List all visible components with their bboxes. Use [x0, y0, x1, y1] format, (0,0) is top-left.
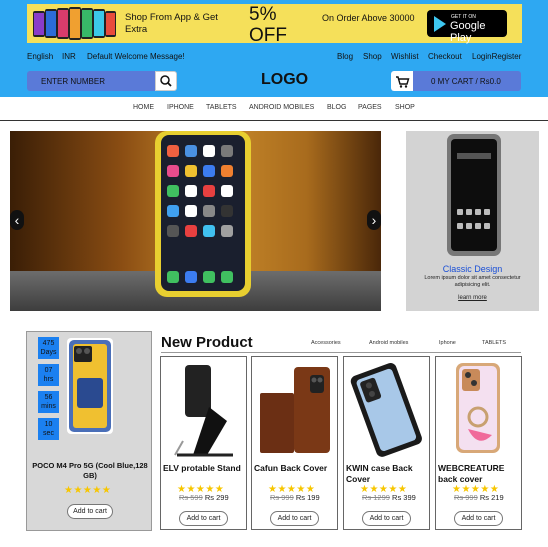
product-title[interactable]: ELV protable Stand: [163, 463, 246, 474]
app-grid-image: [167, 145, 233, 283]
timer-hours: 07 hrs: [38, 364, 59, 386]
new-product-title: New Product: [161, 334, 253, 351]
slider-prev-button[interactable]: ‹: [10, 210, 24, 230]
nav-blog[interactable]: BLOG: [327, 104, 346, 111]
product-price: Rs 599 Rs 299: [179, 493, 229, 502]
cart-button[interactable]: 0 MY CART / Rs0.0: [391, 71, 521, 91]
play-store-icon: [434, 16, 446, 32]
new-product-divider: [161, 352, 521, 353]
product-price: Rs 1299 Rs 399: [362, 493, 416, 502]
timer-minutes: 56 mins: [38, 391, 59, 413]
deal-of-the-day: 475 Days 07 hrs 56 mins 10 sec POCO M4 Pro 5…: [26, 331, 152, 531]
promo-banner[interactable]: Shop From App & Get Extra 5% OFF On Orde…: [27, 4, 522, 46]
deal-rating-stars: ★★★★★: [64, 485, 112, 496]
nav-pages[interactable]: PAGES: [358, 104, 382, 111]
timer-days: 475 Days: [38, 337, 59, 359]
banner-title: Classic Design: [442, 264, 503, 274]
hero-slider[interactable]: [10, 131, 381, 311]
product-price: Rs 999 Rs 219: [454, 493, 504, 502]
chevron-right-icon: ›: [371, 212, 377, 228]
nav-home[interactable]: HOME: [133, 104, 154, 111]
add-to-cart-button[interactable]: Add to cart: [179, 511, 228, 526]
site-logo[interactable]: LOGO: [261, 71, 308, 89]
shop-link[interactable]: Shop: [363, 52, 382, 61]
deal-product-image[interactable]: [67, 338, 113, 434]
banner-description: Lorem ipsum dolor sit amet consectetur a…: [424, 275, 521, 288]
promo-discount-off: OFF: [249, 25, 287, 46]
product-price: Rs 999 Rs 199: [270, 493, 320, 502]
nav-shop[interactable]: SHOP: [395, 104, 415, 111]
product-image[interactable]: [163, 359, 244, 459]
google-play-button[interactable]: GET IT ON Google Play: [427, 10, 507, 44]
login-register-link[interactable]: LoginRegister: [472, 52, 521, 61]
add-to-cart-button[interactable]: Add to cart: [454, 511, 503, 526]
language-selector[interactable]: English: [27, 52, 53, 61]
hero-phone-image: [155, 131, 251, 297]
banner-phone-image: [447, 134, 501, 256]
tab-tablets[interactable]: TABLETS: [482, 340, 506, 346]
product-image[interactable]: [438, 359, 519, 459]
slider-next-button[interactable]: ›: [367, 210, 381, 230]
product-card: KWIN case Back Cover ★★★★★ Rs 1299 Rs 39…: [343, 356, 430, 530]
product-title[interactable]: WEBCREATURE back cover: [438, 463, 521, 485]
nav-iphone[interactable]: IPHONE: [167, 104, 194, 111]
product-title[interactable]: KWIN case Back Cover: [346, 463, 429, 485]
product-title[interactable]: Cafun Back Cover: [254, 463, 337, 474]
add-to-cart-button[interactable]: Add to cart: [270, 511, 319, 526]
blog-link[interactable]: Blog: [337, 52, 353, 61]
deal-add-to-cart-button[interactable]: Add to cart: [67, 504, 113, 519]
deal-product-name[interactable]: POCO M4 Pro 5G (Cool Blue,128 GB): [27, 461, 153, 481]
wishlist-link[interactable]: Wishlist: [391, 52, 419, 61]
nav-tablets[interactable]: TABLETS: [206, 104, 237, 111]
timer-seconds: 10 sec: [38, 418, 59, 440]
nav-divider: [0, 120, 548, 121]
currency-selector[interactable]: INR: [62, 52, 76, 61]
product-card: ELV protable Stand ★★★★★ Rs 599 Rs 299 A…: [160, 356, 247, 530]
chevron-left-icon: ‹: [14, 212, 20, 228]
promo-app-text: Shop From App & Get Extra: [125, 12, 218, 35]
google-play-label: Google Play: [450, 20, 486, 44]
checkout-link[interactable]: Checkout: [428, 52, 462, 61]
phones-collage-image: [33, 7, 116, 40]
promo-order-text: On Order Above 30000: [322, 13, 415, 23]
search-icon: [160, 75, 172, 87]
product-image[interactable]: [346, 359, 427, 459]
learn-more-link[interactable]: learn more: [406, 295, 539, 301]
welcome-message: Default Welcome Message!: [87, 52, 185, 61]
tab-iphone[interactable]: Iphone: [439, 340, 456, 346]
nav-android-mobiles[interactable]: ANDROID MOBILES: [249, 104, 314, 111]
side-banner[interactable]: Classic Design Lorem ipsum dolor sit ame…: [406, 131, 539, 311]
tab-android-mobiles[interactable]: Android mobiles: [369, 340, 408, 346]
promo-discount: 5% OFF: [249, 4, 287, 46]
product-card: WEBCREATURE back cover ★★★★★ Rs 999 Rs 2…: [435, 356, 522, 530]
product-card: Cafun Back Cover ★★★★★ Rs 999 Rs 199 Add…: [251, 356, 338, 530]
add-to-cart-button[interactable]: Add to cart: [362, 511, 411, 526]
promo-discount-value: 5%: [249, 4, 277, 25]
cart-icon: [391, 71, 413, 91]
search-button[interactable]: [155, 71, 177, 91]
search-input[interactable]: ENTER NUMBER: [27, 71, 155, 91]
product-image[interactable]: [254, 359, 335, 459]
cart-summary: 0 MY CART / Rs0.0: [431, 77, 501, 86]
tab-accessories[interactable]: Accessories: [311, 340, 341, 346]
